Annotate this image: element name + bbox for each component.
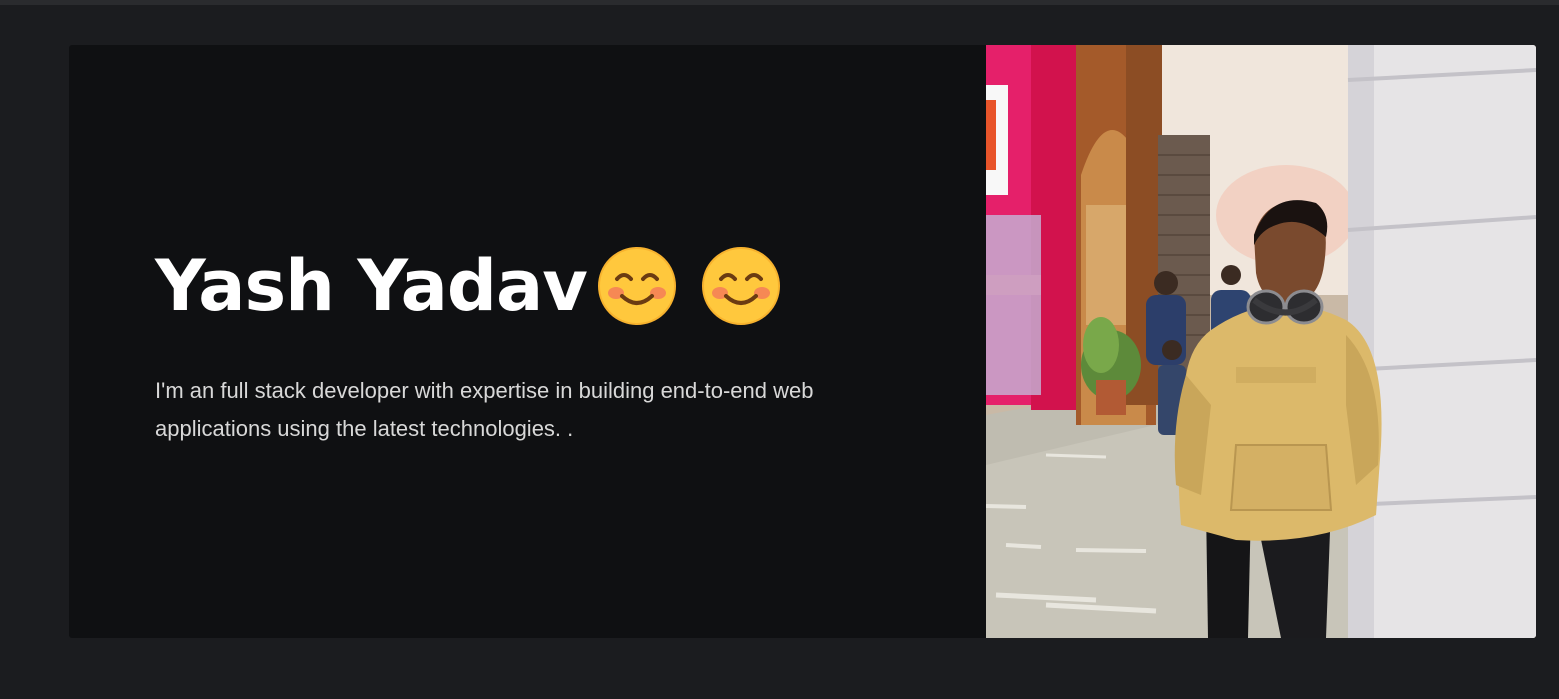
hero-section: Yash Yadav I'm an full stack developer w…: [69, 45, 1536, 638]
hero-bio: I'm an full stack developer with experti…: [155, 378, 814, 441]
profile-photo: [986, 45, 1536, 638]
title-row: Yash Yadav: [155, 240, 915, 332]
smiling-face-icon: [701, 247, 780, 325]
hero-text: Yash Yadav I'm an full stack developer w…: [155, 240, 915, 470]
hero-name: Yash Yadav: [155, 245, 588, 327]
top-border: [0, 0, 1559, 5]
smiling-face-icon: [597, 247, 676, 325]
